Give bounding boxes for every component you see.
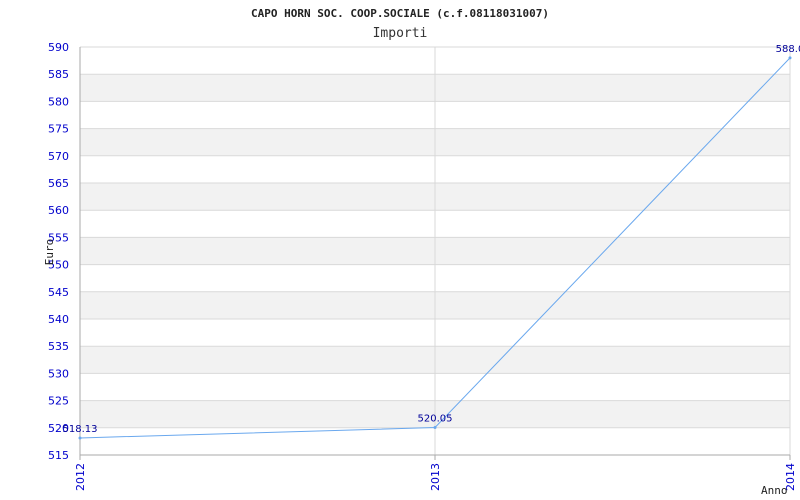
x-axis-label: Anno [761,484,788,497]
data-label: 588.0 [776,44,800,55]
x-tick-label: 2013 [429,463,442,491]
y-tick-label: 530 [48,367,69,380]
y-tick-label: 535 [48,340,69,353]
y-axis-label: Euro [43,239,56,266]
x-tick-label: 2012 [74,463,87,491]
x-tick-labels: 2012 2013 2014 [74,463,797,491]
data-point [433,426,437,430]
y-tick-label: 570 [48,150,69,163]
y-tick-label: 515 [48,449,69,462]
data-label: 518.13 [63,424,98,435]
data-point [78,436,82,440]
y-tick-label: 575 [48,123,69,136]
chart-subtitle: Importi [373,26,428,41]
y-tick-label: 565 [48,177,69,190]
y-tick-label: 525 [48,395,69,408]
line-chart: CAPO HORN SOC. COOP.SOCIALE (c.f.0811803… [43,7,800,497]
data-point [788,56,792,60]
y-tick-label: 545 [48,286,69,299]
y-tick-label: 540 [48,313,69,326]
y-tick-label: 590 [48,41,69,54]
y-tick-label: 580 [48,95,69,108]
y-tick-label: 560 [48,204,69,217]
y-tick-label: 585 [48,68,69,81]
chart-title: CAPO HORN SOC. COOP.SOCIALE (c.f.0811803… [251,7,549,20]
data-label: 520.05 [418,414,453,425]
